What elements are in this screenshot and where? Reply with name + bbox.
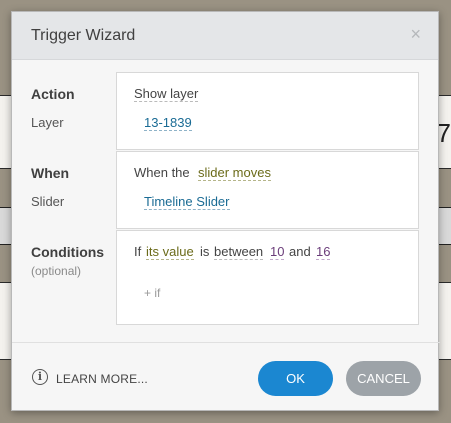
action-section: Action Layer Show layer 13-1839 bbox=[12, 72, 440, 150]
when-prefix: When the bbox=[134, 165, 190, 180]
add-condition-button[interactable]: + if bbox=[144, 286, 160, 300]
condition-is-text: is bbox=[200, 244, 210, 259]
dialog-footer: i LEARN MORE... OK CANCEL bbox=[12, 342, 440, 413]
condition-subject-link[interactable]: its value bbox=[146, 244, 194, 260]
condition-if-text: If bbox=[134, 244, 142, 259]
conditions-section: Conditions (optional) If its value is be… bbox=[12, 230, 440, 325]
conditions-box: If its value is between 10 and 16 + if bbox=[116, 230, 419, 325]
condition-operator-link[interactable]: between bbox=[214, 244, 264, 260]
action-box: Show layer 13-1839 bbox=[116, 72, 419, 150]
info-icon[interactable]: i bbox=[32, 369, 48, 385]
action-value-link[interactable]: Show layer bbox=[134, 86, 199, 102]
learn-more-link[interactable]: LEARN MORE... bbox=[56, 372, 148, 386]
when-label: When bbox=[31, 165, 70, 181]
when-section: When Slider When the slider moves Timeli… bbox=[12, 151, 440, 229]
ok-button[interactable]: OK bbox=[258, 361, 333, 396]
layer-label: Layer bbox=[31, 115, 64, 130]
conditions-label: Conditions bbox=[31, 244, 105, 260]
conditions-optional-label: (optional) bbox=[31, 264, 82, 278]
condition-and-text: and bbox=[289, 244, 311, 259]
action-label: Action bbox=[31, 86, 75, 102]
event-link[interactable]: slider moves bbox=[198, 165, 271, 181]
cancel-button[interactable]: CANCEL bbox=[346, 361, 421, 396]
slider-label: Slider bbox=[31, 194, 65, 209]
slider-value-link[interactable]: Timeline Slider bbox=[144, 194, 230, 210]
trigger-wizard-dialog: Trigger Wizard × Action Layer Show layer… bbox=[11, 11, 440, 413]
close-icon[interactable]: × bbox=[410, 24, 421, 44]
condition-high-value-link[interactable]: 16 bbox=[316, 244, 331, 260]
dialog-header: Trigger Wizard × bbox=[12, 12, 438, 60]
when-box: When the slider moves Timeline Slider bbox=[116, 151, 419, 229]
layer-value-link[interactable]: 13-1839 bbox=[144, 115, 192, 131]
condition-low-value-link[interactable]: 10 bbox=[270, 244, 285, 260]
dialog-title: Trigger Wizard bbox=[31, 27, 136, 44]
